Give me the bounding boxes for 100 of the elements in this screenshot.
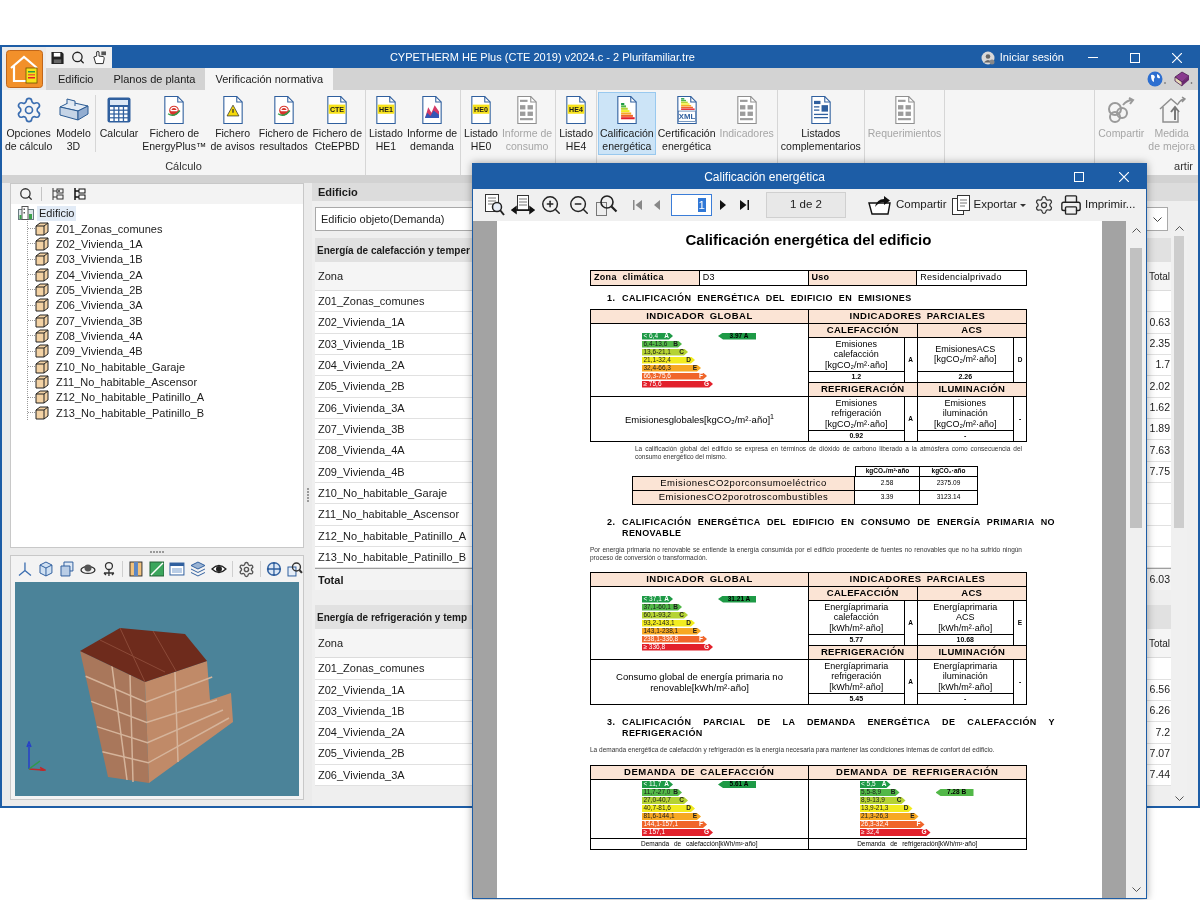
column-header: DEMANDA DE CALEFACCIÓN [591, 765, 808, 780]
scrollbar[interactable] [1126, 221, 1146, 898]
globe-icon[interactable] [1147, 71, 1167, 87]
cube-icon[interactable] [37, 561, 54, 577]
section-header: Energía de refrigeración y temp [315, 605, 472, 630]
ribbon-button[interactable]: Modelo 3D [54, 92, 93, 155]
table-cell: Z04_Vivienda_2A [315, 355, 472, 377]
fit-width-icon[interactable] [511, 195, 535, 215]
table-cell: 1.7 [1147, 355, 1171, 377]
share-button[interactable]: Compartir [868, 195, 947, 215]
building-icon [18, 206, 34, 220]
maximize-icon[interactable] [1073, 171, 1084, 182]
tree-item[interactable]: Z08_Vivienda_4A [55, 328, 144, 343]
cubes-icon[interactable] [58, 561, 75, 577]
3d-viewport[interactable] [15, 582, 299, 796]
ribbon-button[interactable]: Fichero de resultados [256, 92, 311, 155]
ribbon-button[interactable]: Opciones de cálculo [3, 92, 55, 155]
previous-page-icon[interactable] [654, 200, 660, 210]
plane-icon[interactable] [148, 561, 165, 577]
search-icon[interactable] [19, 187, 33, 201]
splitter-handle[interactable] [150, 550, 164, 553]
ribbon-button[interactable]: Informe de demanda [404, 92, 460, 155]
tree-item[interactable]: Z13_No_habitable_Patinillo_B [55, 405, 205, 420]
ribbon-button[interactable]: Listados complementarios [778, 92, 863, 155]
gear-icon[interactable] [238, 560, 256, 578]
column-header: INDICADORES PARCIALES [809, 573, 1026, 586]
tree-item[interactable]: Z01_Zonas_comunes [55, 221, 164, 236]
group-label: Cálculo [165, 158, 202, 174]
tree-grid-icon[interactable] [50, 187, 64, 201]
page-field[interactable]: 1 [671, 194, 712, 216]
zoom-window-icon[interactable] [287, 561, 303, 577]
tree-item[interactable]: Edificio [37, 205, 77, 221]
chart-document-icon [422, 95, 442, 124]
table-cell: Z03_Vivienda_1B [315, 333, 472, 355]
ribbon-button[interactable]: Calificación energética [598, 92, 656, 155]
close-icon[interactable] [1172, 52, 1182, 63]
section-heading: CALIFICACIÓN ENERGÉTICA DEL EDIFICIO EN EMISIONES [622, 293, 913, 304]
zoom-in-icon[interactable] [540, 194, 562, 216]
pointer-icon[interactable] [92, 50, 107, 65]
table-cell: 7.63 [1147, 440, 1171, 462]
wall-icon[interactable] [127, 561, 144, 577]
sign-in-button[interactable]: Iniciar sesión [972, 47, 1072, 68]
info-label: Uso [808, 271, 918, 285]
scrollbar-thumb[interactable] [1130, 248, 1142, 528]
table-cell: 1.89 [1147, 418, 1171, 441]
rating-document-icon [616, 95, 637, 124]
indicator-label: Energíaprimaria iluminación [kWh/m²·año] [917, 660, 1013, 694]
zoom-extents-icon[interactable] [266, 561, 283, 577]
page-view-icon[interactable] [485, 194, 505, 216]
chevron-up-icon [1174, 225, 1184, 231]
tree-item[interactable]: Z11_No_habitable_Ascensor [55, 374, 199, 389]
print-button[interactable]: Imprimir... [1059, 194, 1136, 216]
tree-item[interactable]: Z10_No_habitable_Garaje [55, 359, 187, 374]
hierarchy-icon[interactable] [72, 187, 86, 201]
app-logo[interactable] [5, 49, 43, 88]
tree-item[interactable]: Z03_Vivienda_1B [55, 252, 144, 267]
tree-item[interactable]: Z06_Vivienda_3A [55, 298, 144, 313]
tab[interactable]: Verificación normativa [205, 68, 334, 90]
dropdown-field[interactable] [1147, 207, 1168, 231]
zoom-window-icon[interactable] [596, 194, 618, 216]
tree-item[interactable]: Z12_No_habitable_Patinillo_A [55, 390, 205, 405]
table-cell: Z11_No_habitable_Ascensor [315, 504, 472, 526]
zoom-out-icon[interactable] [568, 194, 590, 216]
first-page-icon[interactable] [632, 200, 642, 210]
book-icon[interactable] [1173, 71, 1193, 87]
layers-icon[interactable] [190, 561, 207, 577]
export-button[interactable]: Exportar [952, 195, 1026, 215]
last-page-icon[interactable] [739, 200, 749, 210]
search-icon[interactable] [71, 50, 86, 65]
tree-item[interactable]: Z02_Vivienda_1A [55, 237, 144, 251]
scrollbar-thumb[interactable] [1174, 236, 1184, 528]
table-cell [1147, 291, 1171, 313]
section-heading: CALIFICACIÓN PARCIAL DE LA DEMANDA ENERGÉTICA DE CALEFACCIÓN Y REFRIGERACIÓN [622, 717, 1055, 739]
ribbon-button[interactable]: Fichero de EnergyPlus™ [140, 92, 209, 155]
chevron-down-icon [1174, 795, 1184, 801]
tree-item[interactable]: Z07_Vivienda_3B [55, 313, 144, 328]
tree-item[interactable]: Z05_Vivienda_2B [55, 282, 144, 297]
table-cell: Z06_Vivienda_3A [315, 764, 472, 787]
house-arrow-icon [1157, 96, 1186, 123]
list-document-icon [810, 95, 831, 124]
splitter-handle[interactable] [307, 487, 309, 502]
chevron-down-icon [1131, 886, 1141, 892]
ribbon-button[interactable]: Calcular [97, 92, 141, 155]
table-cell: Z12_No_habitable_Patinillo_A [315, 525, 472, 547]
next-page-icon[interactable] [720, 200, 726, 210]
table-cell: Z13_No_habitable_Patinillo_B [315, 546, 472, 569]
window-icon[interactable] [169, 561, 186, 577]
settings-icon[interactable] [1033, 195, 1054, 215]
close-icon[interactable] [1118, 171, 1129, 182]
table-cell: Z01_Zonas_comunes [315, 291, 472, 313]
heading-number: 1. [607, 293, 617, 304]
column-header: CALEFACCIÓN [809, 324, 917, 338]
ribbon-button[interactable]: Fichero de avisos [208, 92, 257, 155]
axes-icon[interactable] [17, 561, 33, 577]
dropdown-field[interactable]: Edificio objeto(Demanda) [315, 207, 472, 231]
tree-item[interactable]: Z04_Vivienda_2A [55, 267, 144, 282]
document-icon [517, 95, 538, 124]
maximize-icon[interactable] [1130, 52, 1140, 63]
save-icon[interactable] [51, 50, 65, 65]
tree-item[interactable]: Z09_Vivienda_4B [55, 344, 144, 359]
